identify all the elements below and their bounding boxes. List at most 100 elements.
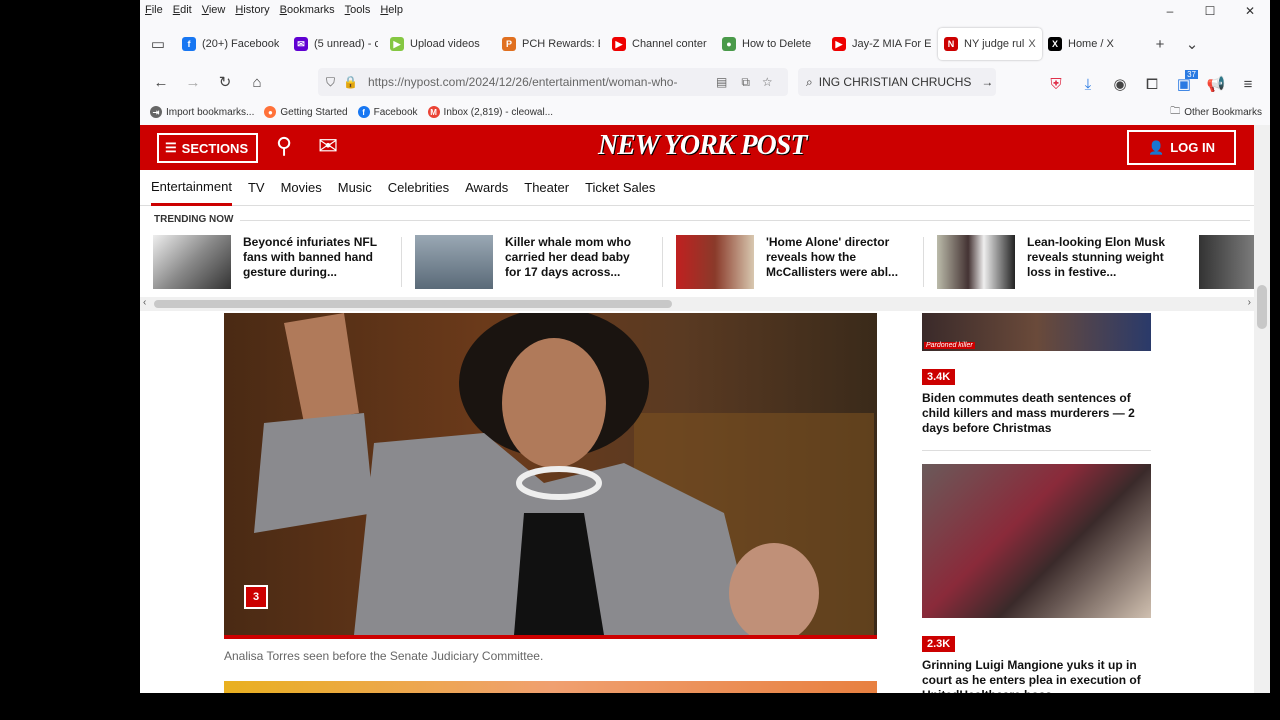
url-text[interactable]: https://nypost.com/2024/12/26/entertainm… — [368, 75, 708, 89]
extension-badge-icon[interactable]: ▣ 37 — [1168, 68, 1200, 100]
section-nav: Entertainment TV Movies Music Celebritie… — [140, 170, 1254, 206]
close-window-button[interactable]: ✕ — [1230, 0, 1270, 22]
bookmark-label: Inbox (2,819) - cleowal... — [443, 106, 554, 118]
trending-item[interactable]: Beyoncé infuriates NFL fans with banned … — [153, 235, 403, 289]
sidebar-story[interactable]: 3.4K Biden commutes death sentences of c… — [922, 367, 1151, 436]
tab-overview-icon[interactable]: ▭ — [140, 28, 176, 60]
screenshot-icon[interactable]: ⧉ — [741, 75, 750, 90]
bookmark-item[interactable]: ● Getting Started — [264, 106, 348, 118]
nav-celebrities[interactable]: Celebrities — [388, 170, 449, 206]
scroll-right-icon[interactable]: › — [1248, 297, 1251, 308]
trending-thumbnail[interactable] — [153, 235, 231, 289]
tab-3[interactable]: P PCH Rewards: E — [496, 28, 606, 60]
trending-item[interactable]: Lean-looking Elon Musk reveals stunning … — [937, 235, 1187, 289]
search-go-icon[interactable]: → — [981, 75, 993, 89]
nav-awards[interactable]: Awards — [465, 170, 508, 206]
menu-edit[interactable]: Edit — [168, 4, 197, 16]
tab-6[interactable]: ▶ Jay-Z MIA For E — [826, 28, 938, 60]
account-icon[interactable]: ◉ — [1104, 68, 1136, 100]
new-tab-button[interactable]: + — [1144, 28, 1176, 60]
scrollbar-thumb[interactable] — [154, 300, 672, 308]
megaphone-icon[interactable]: 📢 — [1200, 68, 1232, 100]
close-tab-icon[interactable]: X — [1028, 38, 1035, 50]
trending-item[interactable] — [1199, 235, 1254, 289]
bookmark-star-icon[interactable]: ☆ — [762, 75, 773, 89]
youtube-icon: ▶ — [612, 37, 626, 51]
tab-title: PCH Rewards: E — [522, 38, 600, 50]
search-input[interactable]: ING CHRISTIAN CHRUCHS — [819, 75, 972, 89]
bookmark-item[interactable]: f Facebook — [357, 106, 418, 118]
tab-7[interactable]: N NY judge rul X — [938, 28, 1042, 60]
menu-help[interactable]: Help — [375, 4, 408, 16]
scroll-left-icon[interactable]: ‹ — [143, 297, 146, 308]
nav-tv[interactable]: TV — [248, 170, 265, 206]
scrollbar-thumb[interactable] — [1257, 285, 1267, 329]
bookmark-item[interactable]: ⇥ Import bookmarks... — [150, 106, 254, 118]
menu-file[interactable]: File — [140, 4, 168, 16]
menu-view[interactable]: View — [197, 4, 231, 16]
tab-0[interactable]: f (20+) Facebook — [176, 28, 288, 60]
login-button[interactable]: 👤 LOG IN — [1127, 130, 1236, 165]
tab-2[interactable]: ▶ Upload videos — [384, 28, 496, 60]
list-all-tabs-icon[interactable]: ⌄ — [1176, 28, 1208, 60]
sidebar-headline[interactable]: Grinning Luigi Mangione yuks it up in co… — [922, 658, 1151, 693]
sidebar-headline[interactable]: Biden commutes death sentences of child … — [922, 391, 1151, 436]
nav-theater[interactable]: Theater — [524, 170, 569, 206]
email-icon[interactable]: ✉ — [318, 132, 338, 161]
yahoo-mail-icon: ✉ — [294, 37, 308, 51]
trending-thumbnail[interactable] — [1199, 235, 1254, 289]
nav-movies[interactable]: Movies — [281, 170, 322, 206]
nav-entertainment[interactable]: Entertainment — [151, 170, 232, 206]
trending-thumbnail[interactable] — [415, 235, 493, 289]
sections-button[interactable]: ☰ SECTIONS — [157, 133, 258, 163]
import-icon: ⇥ — [150, 106, 162, 118]
trending-item[interactable]: 'Home Alone' director reveals how the Mc… — [676, 235, 926, 289]
search-icon[interactable]: ⚲ — [276, 133, 292, 159]
back-button[interactable]: ← — [145, 66, 177, 98]
url-bar[interactable]: ⛉ 🔒 https://nypost.com/2024/12/26/entert… — [318, 68, 788, 96]
trending-thumbnail[interactable] — [937, 235, 1015, 289]
trending-item[interactable]: Killer whale mom who carried her dead ba… — [415, 235, 665, 289]
lock-icon[interactable]: 🔒 — [343, 75, 358, 89]
next-image[interactable] — [224, 681, 877, 693]
tab-5[interactable]: ● How to Delete — [716, 28, 826, 60]
sidebar-story[interactable]: 2.3K Grinning Luigi Mangione yuks it up … — [922, 634, 1151, 693]
bookmark-label: Facebook — [373, 106, 418, 118]
trending-headline[interactable]: 'Home Alone' director reveals how the Mc… — [766, 235, 906, 289]
nav-ticket-sales[interactable]: Ticket Sales — [585, 170, 655, 206]
trending-headline[interactable]: Beyoncé infuriates NFL fans with banned … — [243, 235, 383, 289]
reader-view-icon[interactable]: ▤ — [716, 75, 727, 89]
minimize-button[interactable]: – — [1150, 0, 1190, 22]
photo-count-badge[interactable]: 3 — [244, 585, 268, 609]
nav-music[interactable]: Music — [338, 170, 372, 206]
sidebar-image[interactable] — [922, 464, 1151, 618]
horizontal-scrollbar[interactable]: ‹ › — [140, 297, 1254, 311]
reload-button[interactable]: ↻ — [209, 66, 241, 98]
other-bookmarks[interactable]: 🗀 Other Bookmarks — [1170, 104, 1262, 121]
tab-4[interactable]: ▶ Channel conter — [606, 28, 716, 60]
maximize-button[interactable]: ☐ — [1190, 0, 1230, 22]
user-icon: 👤 — [1148, 139, 1165, 155]
forward-button[interactable]: → — [177, 66, 209, 98]
trending-thumbnail[interactable] — [676, 235, 754, 289]
menu-bookmarks[interactable]: Bookmarks — [275, 4, 340, 16]
menu-history[interactable]: History — [230, 4, 274, 16]
tab-1[interactable]: ✉ (5 unread) - cze — [288, 28, 384, 60]
pocket-icon[interactable]: ⛨ — [1040, 68, 1072, 100]
site-logo[interactable]: NEW YORK POST — [598, 130, 807, 162]
vertical-scrollbar[interactable] — [1254, 125, 1270, 693]
trending-headline[interactable]: Lean-looking Elon Musk reveals stunning … — [1027, 235, 1167, 289]
home-button[interactable]: ⌂ — [241, 66, 273, 98]
app-menu-icon[interactable]: ≡ — [1232, 68, 1264, 100]
gmail-icon: M — [427, 106, 440, 118]
shield-icon[interactable]: ⛉ — [326, 75, 335, 90]
menu-tools[interactable]: Tools — [340, 4, 376, 16]
downloads-icon[interactable]: ⤓ — [1072, 68, 1104, 100]
trending-headline[interactable]: Killer whale mom who carried her dead ba… — [505, 235, 645, 289]
sidebar-image[interactable]: Pardoned killer — [922, 313, 1151, 351]
tab-8[interactable]: X Home / X — [1042, 28, 1134, 60]
extensions-icon[interactable]: ⧠ — [1136, 68, 1168, 100]
search-bar[interactable]: ⌕ ING CHRISTIAN CHRUCHS → — [798, 68, 996, 96]
bookmark-item[interactable]: M Inbox (2,819) - cleowal... — [427, 106, 554, 118]
article-main-image[interactable]: 3 — [224, 313, 877, 635]
